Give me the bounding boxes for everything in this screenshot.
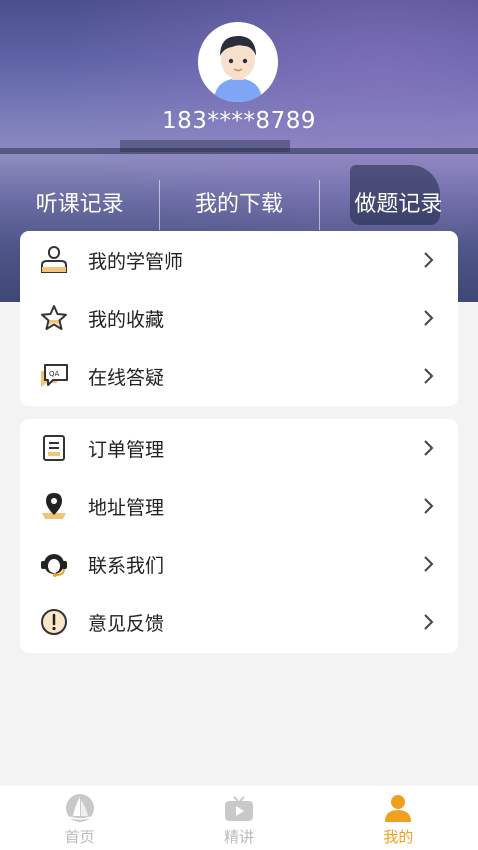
person-icon xyxy=(385,795,412,822)
menu-item-label: 在线答疑 xyxy=(88,366,165,389)
chevron-right-icon xyxy=(424,310,434,326)
user-phone: 183****8789 xyxy=(162,108,316,134)
avatar[interactable] xyxy=(198,22,278,102)
chevron-right-icon xyxy=(424,440,434,456)
menu-item-label: 订单管理 xyxy=(88,438,165,461)
menu-item-contact-us[interactable]: 联系我们 xyxy=(20,535,458,593)
menu-item-label: 地址管理 xyxy=(88,496,165,519)
chevron-right-icon xyxy=(424,252,434,268)
qa-chat-icon: QA xyxy=(37,359,71,393)
menu-card-2: 订单管理 地址管理 联系我们 意见反馈 xyxy=(20,419,458,653)
nav-home[interactable]: 首页 xyxy=(0,786,159,850)
menu-item-favorites[interactable]: 我的收藏 xyxy=(20,289,458,347)
tab-practice-history[interactable]: 做题记录 xyxy=(318,178,478,230)
chevron-right-icon xyxy=(424,368,434,384)
nav-label: 我的 xyxy=(383,828,414,846)
menu-item-label: 我的学管师 xyxy=(88,250,184,273)
tab-listening-history[interactable]: 听课记录 xyxy=(0,178,159,230)
chevron-right-icon xyxy=(424,614,434,630)
location-pin-icon xyxy=(37,489,71,523)
menu-item-online-qa[interactable]: QA 在线答疑 xyxy=(20,347,458,405)
header-tabs: 听课记录 我的下载 做题记录 xyxy=(0,178,478,230)
menu-item-feedback[interactable]: 意见反馈 xyxy=(20,593,458,651)
menu-item-label: 意见反馈 xyxy=(88,612,165,635)
menu-item-label: 联系我们 xyxy=(88,554,165,577)
nav-label: 首页 xyxy=(64,828,95,846)
sail-logo-icon xyxy=(65,794,94,822)
svg-text:QA: QA xyxy=(49,370,60,378)
menu-item-label: 我的收藏 xyxy=(88,308,165,331)
menu-item-orders[interactable]: 订单管理 xyxy=(20,419,458,477)
nav-lectures[interactable]: 精讲 xyxy=(159,786,318,850)
nav-mine[interactable]: 我的 xyxy=(319,786,478,850)
star-icon xyxy=(37,301,71,335)
chevron-right-icon xyxy=(424,556,434,572)
bottom-nav: 首页 精讲 我的 xyxy=(0,786,478,850)
document-icon xyxy=(37,431,71,465)
exclamation-icon xyxy=(37,605,71,639)
teacher-icon xyxy=(37,243,71,277)
menu-item-address[interactable]: 地址管理 xyxy=(20,477,458,535)
chevron-right-icon xyxy=(424,498,434,514)
headset-icon xyxy=(37,547,71,581)
tab-my-downloads[interactable]: 我的下载 xyxy=(159,178,318,230)
nav-label: 精讲 xyxy=(223,828,254,846)
pier-silhouette xyxy=(120,140,290,152)
menu-card-1: 我的学管师 我的收藏 QA 在线答疑 xyxy=(20,231,458,406)
tv-play-icon xyxy=(224,796,253,821)
menu-item-study-advisor[interactable]: 我的学管师 xyxy=(20,231,458,289)
